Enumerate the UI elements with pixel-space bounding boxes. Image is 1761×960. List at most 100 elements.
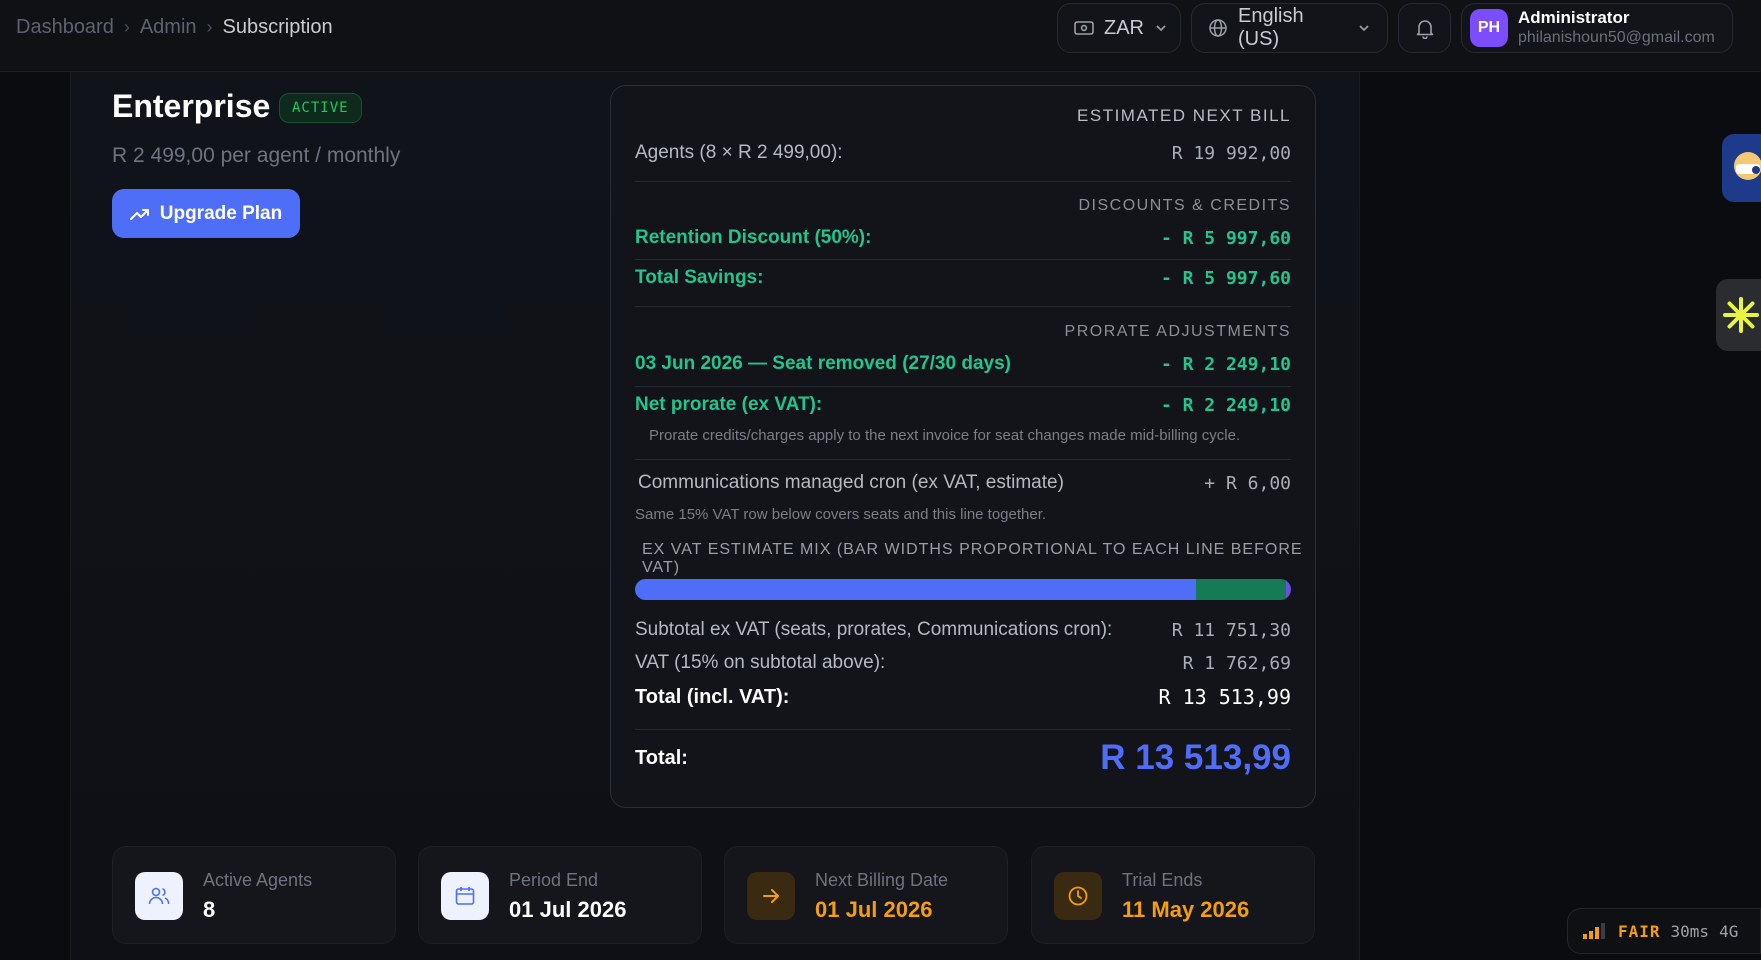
assistant-widget-button[interactable] [1716, 279, 1761, 351]
user-info: Administrator philanishoun50@gmail.com [1518, 8, 1715, 48]
stat-value: 01 Jul 2026 [815, 897, 933, 922]
status-badge: ACTIVE [279, 93, 362, 123]
divider [635, 181, 1291, 182]
vat-value: R 1 762,69 [1182, 652, 1291, 674]
total-incl-vat-row: Total (incl. VAT): R 13 513,99 [635, 685, 1291, 709]
total-incl-value: R 13 513,99 [1158, 685, 1291, 709]
divider [635, 459, 1291, 460]
bell-icon [1416, 20, 1433, 39]
breadcrumb: Dashboard › Admin › Subscription [16, 16, 333, 39]
divider [635, 306, 1291, 307]
upgrade-plan-label: Upgrade Plan [159, 202, 283, 224]
agents-label: Agents (8 × R 2 499,00): [635, 142, 843, 163]
language-label: English (US) [1238, 5, 1304, 50]
upgrade-plan-button[interactable]: Upgrade Plan [112, 189, 300, 238]
trending-up-icon [129, 208, 149, 220]
divider [635, 386, 1291, 387]
cron-row: Communications managed cron (ex VAT, est… [638, 472, 1291, 494]
chat-widget-button[interactable] [1722, 134, 1761, 202]
subtotal-value: R 11 751,30 [1171, 619, 1291, 641]
right-gutter [1360, 72, 1761, 960]
retention-label: Retention Discount (50%): [635, 227, 872, 248]
mix-segment-communications-cron [1286, 579, 1291, 600]
estimated-bill-card: ESTIMATED NEXT BILL Agents (8 × R 2 499,… [610, 85, 1316, 808]
retention-value: - R 5 997,60 [1160, 227, 1291, 249]
bill-heading: ESTIMATED NEXT BILL [1077, 106, 1291, 125]
stat-value: 8 [203, 897, 216, 922]
breadcrumb-subscription: Subscription [222, 16, 333, 38]
prorate-note: Prorate credits/charges apply to the nex… [649, 427, 1241, 444]
cron-value: + R 6,00 [1204, 472, 1291, 494]
chevron-down-icon [1359, 25, 1369, 32]
left-gutter [0, 72, 70, 960]
top-bar: Dashboard › Admin › Subscription ZAR Eng… [0, 0, 1761, 72]
retention-discount-row: Retention Discount (50%): - R 5 997,60 [635, 227, 1291, 249]
net-prorate-row: Net prorate (ex VAT): - R 2 249,10 [635, 394, 1291, 416]
currency-select[interactable]: ZAR [1057, 3, 1181, 53]
stat-active-agents: Active Agents 8 [112, 846, 396, 944]
stat-period-end: Period End 01 Jul 2026 [418, 846, 702, 944]
chat-widget-icon [1734, 152, 1761, 180]
stat-next-billing-date: Next Billing Date 01 Jul 2026 [724, 846, 1008, 944]
stat-label: Next Billing Date [815, 870, 949, 890]
banknote-icon [1074, 21, 1094, 35]
clock-icon [1054, 872, 1102, 920]
savings-value: - R 5 997,60 [1160, 267, 1291, 289]
plan-name: Enterprise [112, 88, 271, 124]
sparkle-icon [1723, 297, 1759, 333]
calendar-icon [441, 872, 489, 920]
subtotal-row: Subtotal ex VAT (seats, prorates, Commun… [635, 619, 1291, 641]
breadcrumb-admin[interactable]: Admin [140, 16, 197, 39]
agents-row: Agents (8 × R 2 499,00): R 19 992,00 [635, 142, 1291, 164]
user-email: philanishoun50@gmail.com [1518, 29, 1715, 46]
cron-note: Same 15% VAT row below covers seats and … [635, 506, 1047, 523]
mix-bar [635, 579, 1291, 600]
divider [635, 729, 1291, 730]
savings-label: Total Savings: [635, 267, 764, 288]
arrow-right-icon [747, 872, 795, 920]
mix-segment-prorates [1195, 579, 1287, 600]
grand-total-label: Total: [635, 746, 688, 769]
vat-row: VAT (15% on subtotal above): R 1 762,69 [635, 652, 1291, 674]
stat-label: Period End [509, 870, 599, 890]
stat-value: 01 Jul 2026 [509, 897, 627, 922]
discounts-heading: DISCOUNTS & CREDITS [1078, 197, 1291, 214]
total-incl-label: Total (incl. VAT): [635, 685, 790, 708]
globe-icon [1209, 19, 1227, 37]
grand-total-value: R 13 513,99 [1100, 738, 1291, 777]
cron-label: Communications managed cron (ex VAT, est… [638, 472, 1064, 493]
grand-total-row: Total: R 13 513,99 [635, 738, 1291, 778]
prorate-item-row: 03 Jun 2026 — Seat removed (27/30 days) … [635, 353, 1291, 375]
currency-label: ZAR [1104, 16, 1144, 39]
network-quality: FAIR [1618, 921, 1661, 941]
mix-heading: EX VAT ESTIMATE MIX (BAR WIDTHS PROPORTI… [642, 541, 1303, 576]
divider [635, 259, 1291, 260]
mix-segment-seats [635, 579, 1196, 600]
vat-label: VAT (15% on subtotal above): [635, 652, 886, 673]
prorate-heading: PRORATE ADJUSTMENTS [1064, 323, 1291, 340]
net-prorate-value: - R 2 249,10 [1160, 394, 1291, 416]
stat-label: Active Agents [203, 870, 313, 890]
signal-bars-icon [1583, 923, 1605, 939]
stat-trial-ends: Trial Ends 11 May 2026 [1031, 846, 1315, 944]
subtotal-label: Subtotal ex VAT (seats, prorates, Commun… [635, 619, 1113, 640]
notifications-button[interactable] [1398, 3, 1451, 53]
chevron-down-icon [1156, 25, 1166, 32]
chevron-right-icon: › [123, 17, 130, 37]
agents-value: R 19 992,00 [1171, 142, 1291, 164]
prorate-item-value: - R 2 249,10 [1160, 353, 1291, 375]
avatar: PH [1470, 9, 1508, 47]
language-select[interactable]: English (US) [1191, 3, 1388, 53]
user-name: Administrator [1518, 8, 1630, 27]
user-menu[interactable]: PH Administrator philanishoun50@gmail.co… [1461, 3, 1733, 53]
total-savings-row: Total Savings: - R 5 997,60 [635, 267, 1291, 289]
prorate-item-label: 03 Jun 2026 — Seat removed (27/30 days) [635, 353, 1011, 374]
users-icon [135, 872, 183, 920]
network-type: 4G [1719, 921, 1739, 941]
plan-price: R 2 499,00 per agent / monthly [112, 144, 401, 167]
stat-label: Trial Ends [1122, 870, 1203, 890]
network-latency: 30ms [1670, 921, 1710, 941]
net-prorate-label: Net prorate (ex VAT): [635, 394, 823, 415]
breadcrumb-dashboard[interactable]: Dashboard [16, 16, 114, 39]
network-status: FAIR 30ms 4G [1567, 908, 1761, 954]
